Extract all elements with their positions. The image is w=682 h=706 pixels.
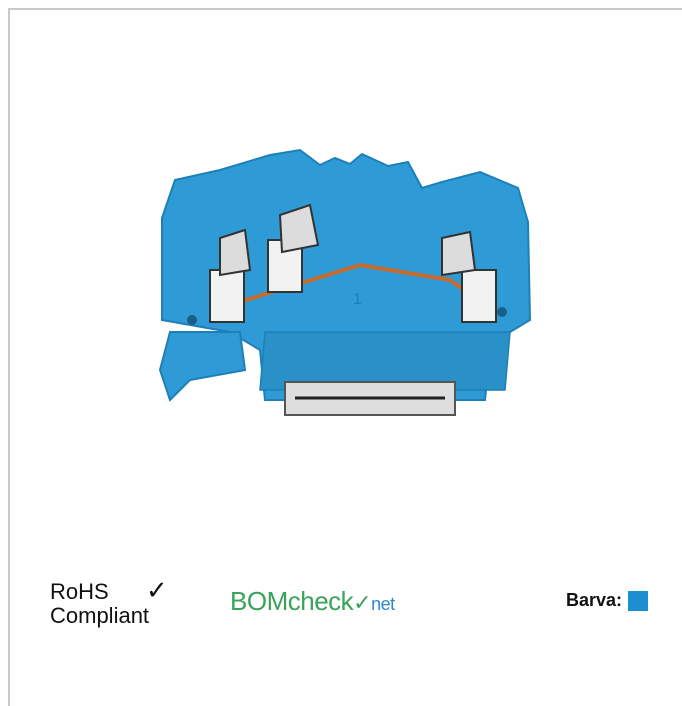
bom-part2: check	[287, 586, 354, 616]
rohs-badge: RoHS Compliant ✓	[50, 577, 168, 628]
bom-tick-icon: ✓	[353, 590, 372, 615]
badges-row: RoHS Compliant ✓ BOMcheck✓net Barva:	[10, 570, 682, 650]
mounting-hole-right	[497, 307, 507, 317]
product-image: 1	[70, 70, 650, 490]
spring-right	[441, 230, 477, 277]
color-field: Barva:	[566, 590, 649, 611]
left-foot	[158, 331, 247, 402]
color-swatch	[628, 590, 649, 611]
spring-left	[219, 228, 252, 277]
product-marking: 1	[353, 291, 362, 308]
spring-middle	[278, 203, 320, 254]
bom-part1: BOM	[230, 586, 288, 616]
rohs-title: RoHS	[50, 579, 109, 604]
terminal-block-illustration: 1	[158, 148, 532, 416]
clamp-left	[209, 269, 245, 323]
checkmark-icon: ✓	[146, 575, 168, 605]
color-label: Barva:	[566, 590, 623, 610]
bom-part3: net	[371, 594, 395, 614]
clamp-right	[461, 269, 497, 323]
rohs-subtitle: Compliant	[50, 603, 150, 628]
mounting-hole-left	[187, 315, 197, 325]
bomcheck-logo: BOMcheck✓net	[230, 586, 395, 619]
product-card: 1 RoHS Compliant ✓ BOMcheck✓net Barva:	[8, 8, 682, 706]
